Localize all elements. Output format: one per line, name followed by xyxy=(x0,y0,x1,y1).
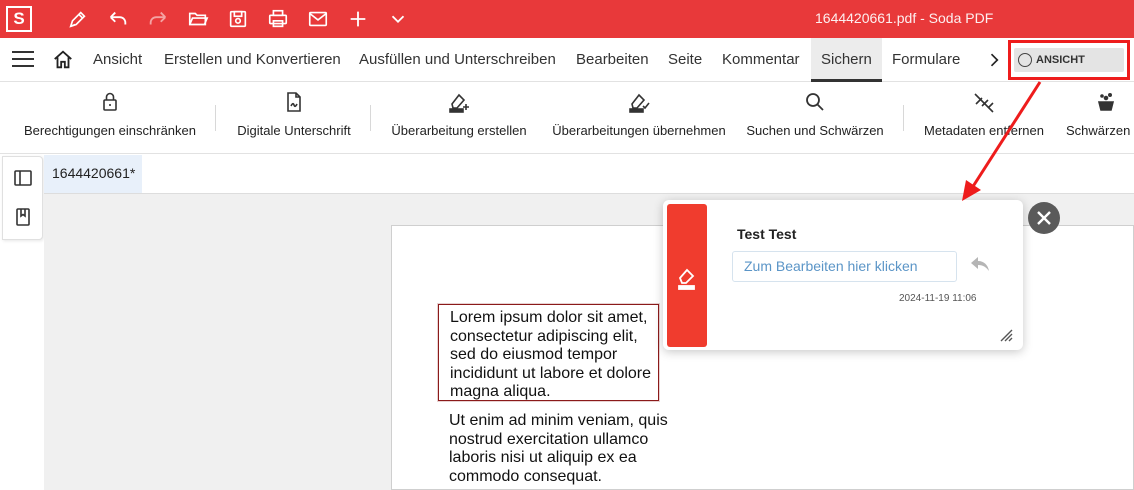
tab-sichern[interactable]: Sichern xyxy=(811,38,882,82)
tab-erstellen-und-konvertieren[interactable]: Erstellen und Konvertieren xyxy=(164,38,341,82)
text-line: Lorem ipsum dolor sit amet, xyxy=(450,309,648,326)
text-line: laboris nisi ut aliquip ex ea xyxy=(449,449,637,466)
digital-signature-button[interactable]: Digitale Unterschrift xyxy=(230,82,358,154)
open-folder-icon[interactable] xyxy=(186,7,210,31)
side-panel xyxy=(2,156,43,240)
comment-input[interactable]: Zum Bearbeiten hier klicken xyxy=(732,251,957,282)
tab-kommentar[interactable]: Kommentar xyxy=(722,38,800,82)
tool-label: Digitale Unterschrift xyxy=(237,123,351,138)
tab-formulare[interactable]: Formulare xyxy=(892,38,960,82)
separator xyxy=(215,105,216,131)
window-title: 1644420661.pdf - Soda PDF xyxy=(815,10,994,26)
bookmark-icon[interactable] xyxy=(13,207,33,227)
save-icon[interactable] xyxy=(226,7,250,31)
document-tab[interactable]: 1644420661* xyxy=(44,155,142,193)
paragraph-2: Ut enim ad minim veniam, quis nostrud ex… xyxy=(449,412,668,486)
text-line: commodo consequat. xyxy=(449,467,602,485)
search-icon xyxy=(742,82,888,116)
menu-bar: Ansicht Erstellen und Konvertieren Ausfü… xyxy=(0,38,1134,82)
eraser-icon xyxy=(678,268,695,290)
redo-icon[interactable] xyxy=(146,7,170,31)
apply-redactions-button[interactable]: Überarbeitungen übernehmen xyxy=(548,82,730,154)
tool-label: Überarbeitungen übernehmen xyxy=(552,123,726,138)
tool-label: Schwärzen xyxy=(1066,123,1131,138)
tab-ansicht[interactable]: Ansicht xyxy=(93,38,142,82)
search-and-redact-button[interactable]: Suchen und Schwärzen xyxy=(742,82,888,154)
remove-metadata-button[interactable]: Metadaten entfernen xyxy=(918,82,1050,154)
paragraph-1: Lorem ipsum dolor sit amet, consectetur … xyxy=(450,309,651,402)
remove-metadata-icon xyxy=(918,82,1050,116)
view-toggle-label: ANSICHT xyxy=(1036,54,1085,66)
redact-add-icon xyxy=(386,82,532,116)
close-icon[interactable] xyxy=(1028,202,1060,234)
create-redaction-button[interactable]: Überarbeitung erstellen xyxy=(386,82,532,154)
text-line: incididunt ut labore et dolore xyxy=(450,364,652,382)
home-icon[interactable] xyxy=(52,49,74,71)
pen-icon[interactable] xyxy=(66,7,90,31)
tool-label: Suchen und Schwärzen xyxy=(746,123,884,138)
hamburger-menu-icon[interactable] xyxy=(12,51,34,69)
text-line: consectetur adipiscing elit, xyxy=(450,327,638,345)
tab-ausfuellen-und-unterschreiben[interactable]: Ausfüllen und Unterschreiben xyxy=(359,38,556,82)
restrict-permissions-button[interactable]: Berechtigungen einschränken xyxy=(20,82,200,154)
annotation-type-strip xyxy=(667,204,707,347)
ribbon-toolbar: Berechtigungen einschränken Digitale Unt… xyxy=(0,82,1134,154)
panel-toggle-icon[interactable] xyxy=(13,168,33,188)
annotation-popup: Test Test Zum Bearbeiten hier klicken 20… xyxy=(663,200,1023,350)
chevron-down-icon[interactable] xyxy=(386,7,410,31)
radio-icon[interactable] xyxy=(1018,53,1032,67)
text-line: magna aliqua. xyxy=(450,383,551,400)
undo-icon[interactable] xyxy=(106,7,130,31)
tool-label: Metadaten entfernen xyxy=(924,123,1044,138)
annotation-author: Test Test xyxy=(737,226,797,242)
redact-apply-icon xyxy=(548,82,730,116)
chevron-right-icon[interactable] xyxy=(984,50,1004,70)
mail-icon[interactable] xyxy=(306,7,330,31)
sanitize-icon xyxy=(1066,82,1134,116)
title-bar: S 1644420661.pdf - Soda PDF xyxy=(0,0,1134,38)
add-icon[interactable] xyxy=(346,7,370,31)
separator xyxy=(903,105,904,131)
tab-bearbeiten[interactable]: Bearbeiten xyxy=(576,38,649,82)
tool-label: Berechtigungen einschränken xyxy=(23,123,196,138)
separator xyxy=(370,105,371,131)
view-mode-toggle[interactable]: ANSICHT xyxy=(1014,48,1124,72)
tool-label: Überarbeitung erstellen xyxy=(391,123,527,138)
text-line: Ut enim ad minim veniam, quis xyxy=(449,412,668,429)
sanitize-button[interactable]: Schwärzen xyxy=(1066,82,1134,154)
lock-icon xyxy=(20,82,200,116)
text-line: nostrud exercitation ullamco xyxy=(449,430,649,448)
app-logo[interactable]: S xyxy=(6,6,32,32)
signature-document-icon xyxy=(230,82,358,116)
print-icon[interactable] xyxy=(266,7,290,31)
annotation-date: 2024-11-19 11:06 xyxy=(899,293,977,304)
reply-icon[interactable] xyxy=(970,255,990,273)
resize-grip-icon[interactable] xyxy=(999,328,1013,342)
tab-seite[interactable]: Seite xyxy=(668,38,702,82)
text-line: sed do eiusmod tempor xyxy=(450,346,618,363)
